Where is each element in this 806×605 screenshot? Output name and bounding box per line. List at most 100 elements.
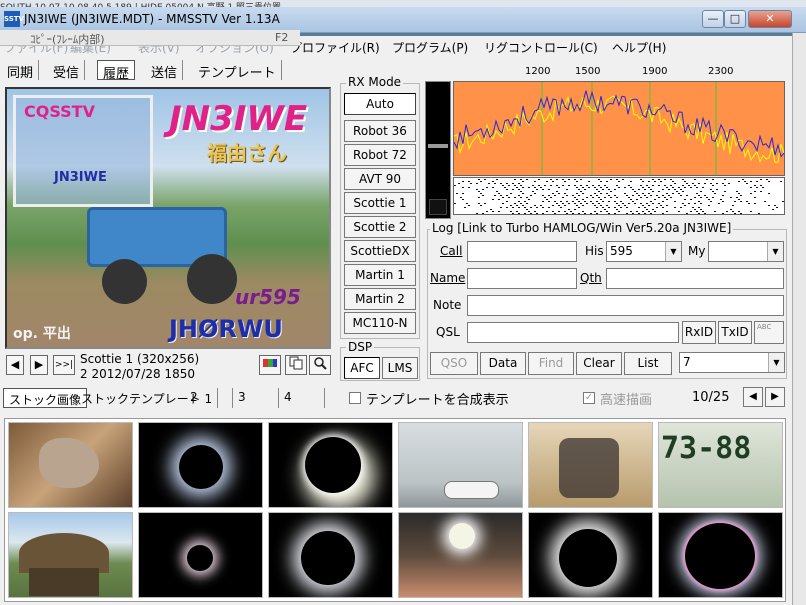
received-sstv-image[interactable]: CQSSTV JN3IWE JN3IWE 福由さん ur595 op. 平出 J… xyxy=(5,87,331,349)
waterfall-pixel xyxy=(720,199,722,200)
call-field[interactable] xyxy=(467,241,577,262)
tab-stock-4[interactable]: 4 xyxy=(279,388,325,408)
stock-thumb-diamond-ring[interactable] xyxy=(268,422,393,508)
waterfall-pixel xyxy=(510,211,512,212)
chevron-down-icon[interactable]: ▼ xyxy=(665,242,681,261)
qsl-field[interactable] xyxy=(467,322,679,343)
waterfall-pixel xyxy=(548,201,550,202)
freq-label-2300: 2300 xyxy=(708,66,734,77)
stock-thumb-thatched-house[interactable] xyxy=(8,512,133,598)
waterfall-pixel xyxy=(492,181,494,182)
copy-icon[interactable] xyxy=(285,355,307,375)
waterfall-pixel xyxy=(664,179,666,180)
waterfall-pixel xyxy=(738,181,740,182)
tab-template[interactable]: テンプレート xyxy=(193,60,282,81)
freq-label-1500: 1500 xyxy=(575,66,601,77)
waterfall-pixel xyxy=(570,211,572,212)
template-composite-checkbox[interactable] xyxy=(349,392,361,404)
fast-draw-checkbox[interactable]: ✓ xyxy=(583,392,595,404)
note-field[interactable] xyxy=(467,295,784,316)
clear-button[interactable]: Clear xyxy=(576,352,622,375)
tab-stock-2[interactable]: 2 xyxy=(185,388,233,408)
qso-button[interactable]: QSO xyxy=(430,352,478,375)
waterfall-pixel xyxy=(468,187,470,188)
my-rst-select[interactable]: ▼ xyxy=(708,241,784,262)
mode-robot36-button[interactable]: Robot 36 xyxy=(344,120,416,142)
palette-icon[interactable] xyxy=(259,355,281,375)
waterfall-pixel xyxy=(746,183,748,184)
mode-auto-button[interactable]: Auto xyxy=(344,93,416,115)
mode-scottie1-button[interactable]: Scottie 1 xyxy=(344,192,416,214)
abc-toggle[interactable]: ABC xyxy=(754,321,784,344)
stock-prev-button[interactable]: ◀ xyxy=(743,387,763,407)
close-button[interactable]: ✕ xyxy=(748,10,792,28)
waterfall-display[interactable] xyxy=(453,177,785,215)
name-field[interactable] xyxy=(467,268,577,289)
waterfall-pixel xyxy=(662,213,664,214)
tab-receive[interactable]: 受信 xyxy=(48,60,86,81)
stock-thumb-calligraphy-art[interactable] xyxy=(528,422,653,508)
tab-send[interactable]: 送信 xyxy=(146,60,184,81)
waterfall-pixel xyxy=(696,211,698,212)
waterfall-pixel xyxy=(724,179,726,180)
data-button[interactable]: Data xyxy=(480,352,526,375)
zoom-icon[interactable] xyxy=(309,355,331,375)
tab-stock-3[interactable]: 3 xyxy=(233,388,279,408)
waterfall-pixel xyxy=(658,197,660,198)
chevron-down-icon[interactable]: ▼ xyxy=(768,353,784,372)
waterfall-pixel xyxy=(538,179,540,180)
stock-next-button[interactable]: ▶ xyxy=(765,387,785,407)
waterfall-pixel xyxy=(746,201,748,202)
stock-thumb-eclipse-5[interactable] xyxy=(658,512,783,598)
list-select[interactable]: 7 ▼ xyxy=(679,352,785,373)
stock-thumb-eclipse-3[interactable] xyxy=(268,512,393,598)
waterfall-pixel xyxy=(598,191,600,192)
image-rst-report: ur595 xyxy=(235,285,301,309)
stock-thumb-eclipse-1[interactable] xyxy=(138,422,263,508)
stock-thumb-eclipse-2[interactable] xyxy=(138,512,263,598)
qth-field[interactable] xyxy=(606,268,784,289)
tab-sync[interactable]: 同期 xyxy=(2,60,40,81)
chevron-down-icon[interactable]: ▼ xyxy=(767,242,783,261)
menu-rig-control[interactable]: リグコントロール(C) xyxy=(484,39,598,56)
prev-image-button[interactable]: ◀ xyxy=(6,355,24,375)
lms-button[interactable]: LMS xyxy=(382,357,418,379)
rxid-button[interactable]: RxID xyxy=(682,321,716,344)
find-button[interactable]: Find xyxy=(528,352,574,375)
menu-help[interactable]: ヘルプ(H) xyxy=(612,39,666,56)
waterfall-pixel xyxy=(666,193,668,194)
his-rst-select[interactable]: 595 ▼ xyxy=(606,241,682,262)
mode-scottie2-button[interactable]: Scottie 2 xyxy=(344,216,416,238)
waterfall-pixel xyxy=(518,189,520,190)
mode-scottiedx-button[interactable]: ScottieDX xyxy=(344,240,416,262)
txid-button[interactable]: TxID xyxy=(718,321,752,344)
tab-stock-images[interactable]: ストック画像 xyxy=(3,388,88,408)
mode-martin1-button[interactable]: Martin 1 xyxy=(344,264,416,286)
tab-history[interactable]: 履歴 xyxy=(97,60,136,82)
stock-thumb-foggy-car[interactable] xyxy=(398,422,523,508)
waterfall-pixel xyxy=(684,199,686,200)
image-inset-frame: CQSSTV JN3IWE xyxy=(13,95,153,207)
waterfall-pixel xyxy=(664,185,666,186)
menu-profile[interactable]: プロファイル(R) xyxy=(290,39,380,56)
list-button[interactable]: List xyxy=(624,352,672,375)
waterfall-pixel xyxy=(718,203,720,204)
stock-thumb-eclipse-4[interactable] xyxy=(528,512,653,598)
right-scrollbar[interactable] xyxy=(792,33,806,605)
mode-robot72-button[interactable]: Robot 72 xyxy=(344,144,416,166)
mode-martin2-button[interactable]: Martin 2 xyxy=(344,288,416,310)
next-image-button[interactable]: ▶ xyxy=(30,355,48,375)
mode-avt90-button[interactable]: AVT 90 xyxy=(344,168,416,190)
waterfall-pixel xyxy=(582,211,584,212)
stock-thumb-license-plate[interactable]: 73-88 xyxy=(658,422,783,508)
stock-thumb-night-shrine[interactable] xyxy=(398,512,523,598)
last-image-button[interactable]: >>| xyxy=(53,355,75,375)
afc-button[interactable]: AFC xyxy=(344,357,380,379)
menu-program[interactable]: プログラム(P) xyxy=(392,39,468,56)
maximize-button[interactable]: □ xyxy=(724,10,746,28)
mode-mc110n-button[interactable]: MC110-N xyxy=(344,312,416,334)
spectrum-display[interactable] xyxy=(453,81,785,176)
minimize-button[interactable]: — xyxy=(702,10,724,28)
waterfall-pixel xyxy=(644,189,646,190)
stock-thumb-hanging-fish[interactable] xyxy=(8,422,133,508)
